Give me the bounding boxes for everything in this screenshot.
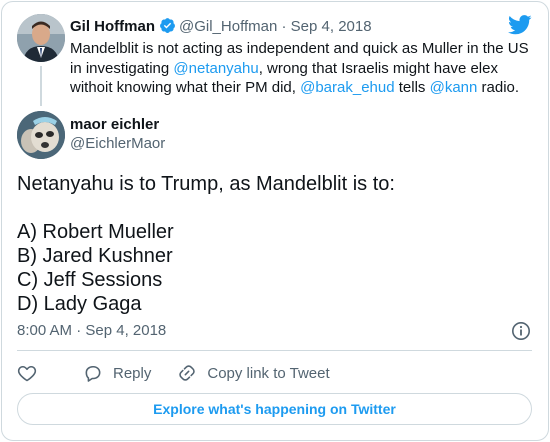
link-icon bbox=[179, 365, 196, 381]
explore-twitter-button[interactable]: Explore what's happening on Twitter bbox=[17, 393, 532, 425]
quoted-tweet-text: Mandelblit is not acting as independent … bbox=[70, 40, 529, 96]
tweet-line-option-a: A) Robert Mueller bbox=[17, 221, 174, 243]
copy-link-button[interactable]: Copy link to Tweet bbox=[177, 363, 330, 383]
mention-netanyahu[interactable]: @netanyahu bbox=[173, 60, 258, 77]
tweet-timestamp[interactable]: 8:00 AM · Sep 4, 2018 bbox=[17, 322, 166, 339]
tweet-author-name[interactable]: maor eichler bbox=[70, 116, 159, 133]
reply-button[interactable]: Reply bbox=[83, 363, 151, 383]
gil-hoffman-avatar[interactable] bbox=[17, 14, 65, 62]
info-icon[interactable] bbox=[511, 321, 531, 346]
quoted-tweet-header: Gil Hoffman @Gil_Hoffman · Sep 4, 2018 bbox=[70, 17, 372, 39]
tweet-line-option-d: D) Lady Gaga bbox=[17, 293, 142, 315]
maor-eichler-avatar[interactable] bbox=[17, 111, 65, 159]
tweet-action-bar: Reply Copy link to Tweet bbox=[17, 362, 356, 384]
quoted-author-name[interactable]: Gil Hoffman bbox=[70, 18, 155, 35]
like-button[interactable] bbox=[17, 363, 47, 383]
thread-connector-line bbox=[40, 66, 42, 106]
heart-icon bbox=[17, 365, 37, 382]
quoted-tweet-date[interactable]: Sep 4, 2018 bbox=[291, 18, 372, 35]
reply-label: Reply bbox=[113, 364, 152, 382]
tweet-line-option-c: C) Jeff Sessions bbox=[17, 269, 163, 291]
tweet-text: Netanyahu is to Trump, as Mandelblit is … bbox=[17, 172, 532, 316]
quoted-author-handle[interactable]: @Gil_Hoffman bbox=[179, 18, 277, 35]
mention-barak-ehud[interactable]: @barak_ehud bbox=[300, 79, 394, 96]
header-separator: · bbox=[281, 18, 287, 35]
twitter-bird-icon[interactable] bbox=[508, 15, 532, 40]
tweet-line-option-b: B) Jared Kushner bbox=[17, 245, 173, 267]
tweet-divider bbox=[17, 350, 532, 351]
copy-link-label: Copy link to Tweet bbox=[207, 364, 330, 382]
mention-kann[interactable]: @kann bbox=[430, 79, 478, 96]
tweet-line-question: Netanyahu is to Trump, as Mandelblit is … bbox=[17, 173, 395, 195]
tweet-author-handle[interactable]: @EichlerMaor bbox=[70, 135, 165, 152]
verified-badge-icon bbox=[159, 17, 176, 39]
reply-bubble-icon bbox=[85, 365, 101, 382]
